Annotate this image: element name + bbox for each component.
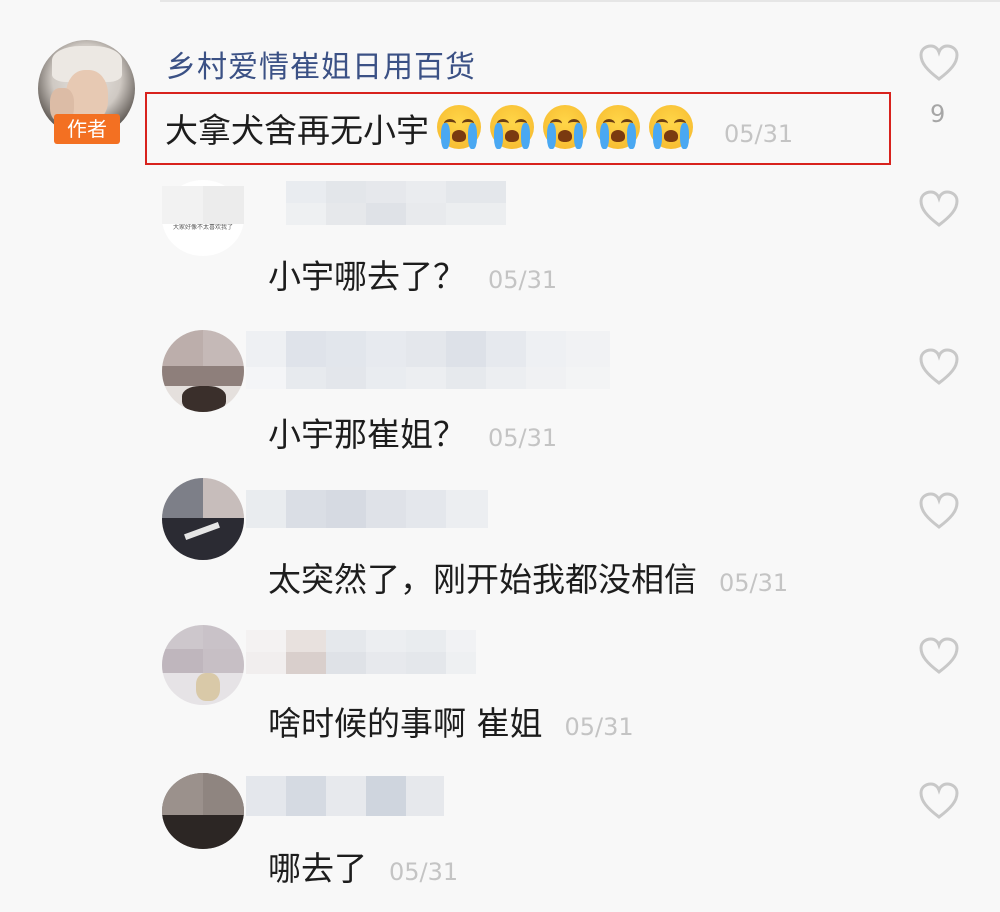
comment-date: 05/31: [488, 266, 558, 294]
comment-text: 小宇哪去了？ 05/31: [268, 250, 557, 298]
avatar[interactable]: [162, 625, 244, 705]
crying-face-emoji-icon: [543, 105, 587, 149]
comment-text: 小宇那崔姐？ 05/31: [268, 408, 557, 456]
blurred-username: [246, 776, 444, 816]
comment-text: 啥时候的事啊 崔姐 05/31: [268, 697, 634, 745]
like-icon[interactable]: [918, 190, 960, 228]
comment-text-body: 啥时候的事啊 崔姐: [268, 704, 543, 743]
comment-text: 大拿犬舍再无小宇 05/31: [165, 104, 793, 152]
like-icon[interactable]: [918, 44, 960, 82]
comment-date: 05/31: [719, 569, 789, 597]
like-count: 9: [930, 100, 946, 128]
avatar[interactable]: [162, 478, 244, 560]
avatar[interactable]: [162, 330, 244, 412]
crying-face-emoji-icon: [596, 105, 640, 149]
comment-text: 哪去了 05/31: [268, 842, 458, 890]
like-icon[interactable]: [918, 637, 960, 675]
comment-username[interactable]: 乡村爱情崔姐日用百货: [166, 42, 476, 86]
blurred-avatar-top: [162, 186, 244, 224]
comment-text-body: 太突然了，刚开始我都没相信: [268, 560, 697, 599]
like-icon[interactable]: [918, 782, 960, 820]
author-badge: 作者: [54, 114, 120, 144]
top-divider: [160, 0, 1000, 2]
blurred-username: [286, 181, 506, 225]
comment-text: 太突然了，刚开始我都没相信 05/31: [268, 553, 788, 601]
crying-face-emoji-icon: [437, 105, 481, 149]
blurred-username: [246, 490, 488, 528]
comment-text-body: 小宇那崔姐？: [268, 415, 466, 454]
comment-text-body: 大拿犬舍再无小宇: [165, 111, 429, 150]
crying-face-emoji-icon: [649, 105, 693, 149]
comment-date: 05/31: [564, 713, 634, 741]
comment-text-body: 小宇哪去了？: [268, 257, 466, 296]
comment-date: 05/31: [389, 858, 459, 886]
crying-face-emoji-icon: [490, 105, 534, 149]
comment-date: 05/31: [488, 424, 558, 452]
emoji-group: [437, 105, 702, 150]
comment-date: 05/31: [724, 120, 794, 148]
blurred-username: [246, 630, 476, 674]
like-icon[interactable]: [918, 492, 960, 530]
avatar[interactable]: [162, 773, 244, 849]
comment-text-body: 哪去了: [268, 849, 367, 888]
like-icon[interactable]: [918, 348, 960, 386]
blurred-username: [246, 331, 610, 389]
